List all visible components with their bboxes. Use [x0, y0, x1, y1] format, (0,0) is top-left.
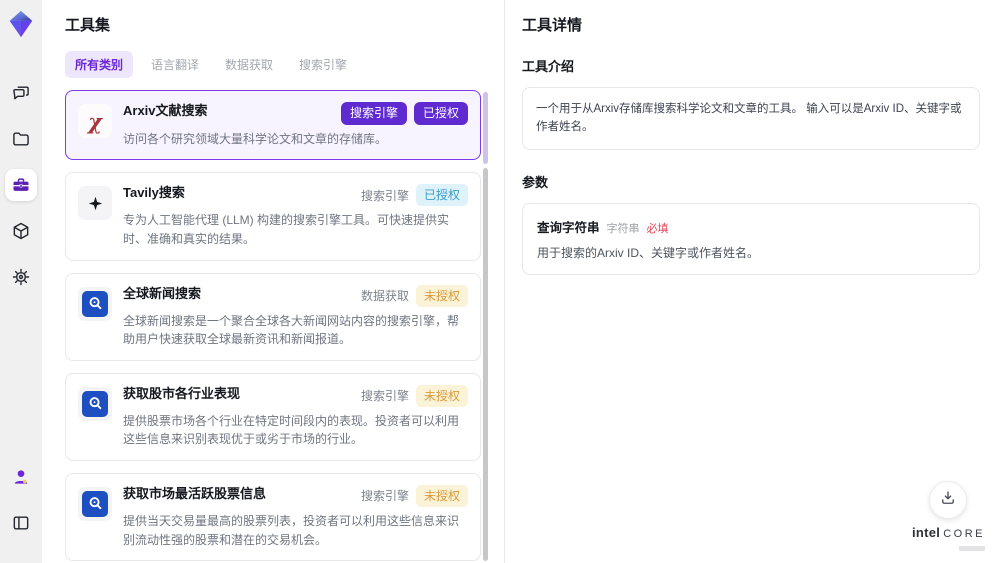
- params-heading: 参数: [522, 174, 549, 190]
- intel-core-logo: intel core: [911, 525, 985, 540]
- auth-status-badge: 未授权: [415, 384, 468, 407]
- parameter-card: 查询字符串 字符串 必填 用于搜索的Arxiv ID、关键字或作者姓名。: [522, 202, 980, 275]
- tool-detail-panel: 工具详情 工具介绍 一个用于从Arxiv存储库搜索科学论文和文章的工具。 输入可…: [505, 0, 1000, 563]
- sparkle-icon: [78, 186, 112, 221]
- category-label: 数据获取: [360, 289, 409, 304]
- detail-title: 工具详情: [522, 17, 583, 34]
- briefcase-icon: [11, 175, 31, 195]
- category-label: 搜索引擎: [360, 188, 409, 203]
- tool-card-title: Arxiv文献搜索: [123, 103, 208, 118]
- tab-data-fetch[interactable]: 数据获取: [217, 51, 281, 78]
- tool-card-global-news[interactable]: 全球新闻搜索 数据获取 未授权 全球新闻搜索是一个聚合全球各大新闻网站内容的搜索…: [65, 272, 481, 361]
- tool-intro-text: 一个用于从Arxiv存储库搜索科学论文和文章的工具。 输入可以是Arxiv ID…: [522, 87, 980, 150]
- category-badge[interactable]: 搜索引擎: [340, 102, 407, 125]
- category-label: 搜索引擎: [360, 389, 409, 404]
- parameter-type: 字符串: [606, 222, 640, 235]
- search-logo-icon: [78, 386, 112, 421]
- intel-logo-subtext: [959, 546, 985, 551]
- app-logo-icon: [6, 9, 36, 39]
- download-button[interactable]: [929, 481, 968, 519]
- user-icon: [11, 467, 31, 487]
- category-tabs: 所有类别 语言翻译 数据获取 搜索引擎: [65, 51, 504, 78]
- tool-card-most-active-stocks[interactable]: 获取市场最活跃股票信息 搜索引擎 未授权 提供当天交易量最高的股票列表，投资者可…: [65, 472, 481, 562]
- tool-card-title: 获取股市各行业表现: [123, 385, 241, 401]
- category-label: 搜索引擎: [360, 489, 409, 504]
- sidebar-item-settings[interactable]: [5, 261, 37, 293]
- page-title: 工具集: [65, 17, 111, 34]
- scrollbar-track: [483, 168, 488, 561]
- parameter-description: 用于搜索的Arxiv ID、关键字或作者姓名。: [537, 245, 760, 260]
- folder-icon: [11, 129, 31, 149]
- tool-card-description: 访问各个研究领域大量科学论文和文章的存储库。: [123, 131, 388, 146]
- tool-list: χ Arxiv文献搜索 搜索引擎 已授权 访问各个研究领域大量科学论文和文章的存…: [65, 90, 481, 563]
- nav-rail: [0, 0, 42, 563]
- list-scrollbar[interactable]: [483, 92, 488, 563]
- auth-status-badge[interactable]: 已授权: [413, 102, 468, 125]
- scrollbar-thumb[interactable]: [483, 92, 488, 164]
- tool-card-description: 提供股票市场各个行业在特定时间段内的表现。投资者可以利用这些信息来识别表现优于或…: [123, 413, 460, 447]
- tool-card-arxiv[interactable]: χ Arxiv文献搜索 搜索引擎 已授权 访问各个研究领域大量科学论文和文章的存…: [65, 90, 481, 161]
- download-icon: [939, 489, 957, 512]
- cube-icon: [11, 221, 31, 241]
- tool-list-panel: 工具集 所有类别 语言翻译 数据获取 搜索引擎 χ Arxiv文献搜索 搜索引擎…: [42, 0, 504, 563]
- intro-heading: 工具介绍: [522, 59, 575, 74]
- panel-toggle-icon: [11, 513, 31, 533]
- gear-icon: [11, 267, 31, 287]
- search-logo-icon: [78, 486, 112, 521]
- tool-card-sector-performance[interactable]: 获取股市各行业表现 搜索引擎 未授权 提供股票市场各个行业在特定时间段内的表现。…: [65, 372, 481, 461]
- corner-widgets: intel core: [912, 481, 985, 551]
- auth-status-badge: 未授权: [415, 284, 468, 307]
- tool-card-tavily[interactable]: Tavily搜索 搜索引擎 已授权 专为人工智能代理 (LLM) 构建的搜索引擎…: [65, 172, 481, 261]
- sidebar-item-models[interactable]: [5, 215, 37, 247]
- auth-status-badge: 未授权: [415, 484, 468, 507]
- tool-card-description: 提供当天交易量最高的股票列表，投资者可以利用这些信息来识别流动性强的股票和潜在的…: [123, 513, 460, 547]
- sidebar-item-tools[interactable]: [5, 169, 37, 201]
- sidebar-item-files[interactable]: [5, 123, 37, 155]
- tab-all-categories[interactable]: 所有类别: [65, 51, 134, 78]
- tool-card-title: 全球新闻搜索: [123, 285, 202, 301]
- sidebar-item-collapse[interactable]: [5, 507, 37, 539]
- tool-card-description: 全球新闻搜索是一个聚合全球各大新闻网站内容的搜索引擎，帮助用户快速获取全球最新资…: [123, 313, 460, 347]
- tool-card-title: 获取市场最活跃股票信息: [123, 485, 267, 501]
- sidebar-item-chat[interactable]: [5, 77, 37, 109]
- chat-icon: [11, 83, 31, 103]
- tab-language-translation[interactable]: 语言翻译: [143, 51, 207, 78]
- arxiv-logo-icon: χ: [78, 104, 112, 138]
- tab-search-engine[interactable]: 搜索引擎: [291, 51, 355, 78]
- tool-card-title: Tavily搜索: [123, 185, 185, 201]
- search-logo-icon: [78, 286, 112, 321]
- app-window: 工具集 所有类别 语言翻译 数据获取 搜索引擎 χ Arxiv文献搜索 搜索引擎…: [0, 0, 1000, 563]
- parameter-name: 查询字符串: [537, 220, 600, 235]
- sidebar-item-profile[interactable]: [5, 461, 37, 493]
- auth-status-badge: 已授权: [415, 184, 468, 207]
- tool-card-description: 专为人工智能代理 (LLM) 构建的搜索引擎工具。可快速提供实时、准确和真实的结…: [123, 213, 450, 246]
- parameter-required-flag: 必填: [646, 222, 669, 235]
